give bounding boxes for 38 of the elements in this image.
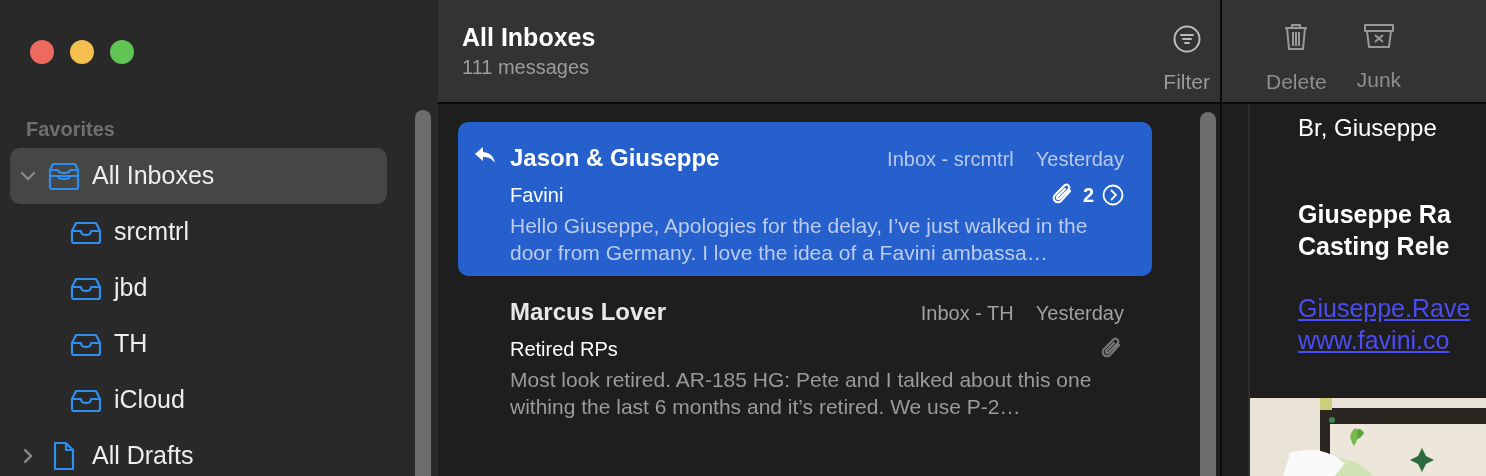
filter-icon <box>1171 24 1202 54</box>
sidebar-item[interactable]: TH <box>10 316 387 372</box>
message-date: Yesterday <box>1035 147 1124 172</box>
section-header: Favorites <box>25 117 116 142</box>
message-row[interactable]: Marcus Lover Inbox - TH Yesterday Retired RPs Most look retired. AR-185 HG: Pete and I talked about this one withing the last 6 months and it’s retired. We use P-2… <box>458 276 1152 430</box>
delete-button[interactable]: Delete <box>1266 22 1327 102</box>
chevron-circle-icon <box>1102 184 1124 206</box>
message-row[interactable]: Jason & Giuseppe Inbox - srcmtrl Yesterday Favini 2 Hello Giuseppe, Apologies for the delay, I’ve just walked in the door from Germany. I love the idea of a Favini ambassa… <box>458 122 1152 276</box>
message-count: 111 messages <box>462 54 591 80</box>
thread-count: 2 <box>1082 183 1094 208</box>
scrollbar[interactable] <box>415 110 431 476</box>
sidebar-item[interactable]: All Drafts <box>10 428 387 476</box>
signature-text: Giuseppe Ra <box>1298 199 1452 230</box>
sidebar-item[interactable]: srcmtrl <box>10 204 387 260</box>
message-date: Yesterday <box>1035 301 1124 326</box>
sender-name: Marcus Lover <box>510 297 667 327</box>
filter-button[interactable]: Filter <box>1163 24 1210 102</box>
sidebar-item[interactable]: All Inboxes <box>10 148 387 204</box>
sidebar-item[interactable]: jbd <box>10 260 387 316</box>
junk-button[interactable]: Junk <box>1356 22 1402 102</box>
mailbox-label: Inbox - TH <box>920 301 1014 326</box>
message-preview: Most look retired. AR-185 HG: Pete and I talked about this one withing the last 6 months and it’s retired. We use P-2… <box>510 367 1093 420</box>
junk-icon <box>1362 22 1395 50</box>
subject-line: Retired RPs <box>510 337 618 362</box>
close-button[interactable] <box>30 40 54 64</box>
mailbox-label: Inbox - srcmtrl <box>887 147 1014 172</box>
zoom-button[interactable] <box>110 40 134 64</box>
sidebar-item[interactable]: iCloud <box>10 372 387 428</box>
sender-name: Jason & Giuseppe <box>510 143 720 173</box>
inboxes-icon <box>48 161 80 191</box>
signoff-text: Br, Giuseppe <box>1298 113 1438 143</box>
minimize-button[interactable] <box>70 40 94 64</box>
message-preview: Hello Giuseppe, Apologies for the delay, I’ve just walked in the door from Germany. I love the idea of a Favini ambassa… <box>510 213 1089 266</box>
scrollbar[interactable] <box>1200 112 1216 476</box>
subject-line: Favini <box>510 183 564 208</box>
trash-icon <box>1283 22 1310 52</box>
signature-text: Casting Rele <box>1298 231 1451 262</box>
mailbox-title: All Inboxes <box>462 24 596 52</box>
